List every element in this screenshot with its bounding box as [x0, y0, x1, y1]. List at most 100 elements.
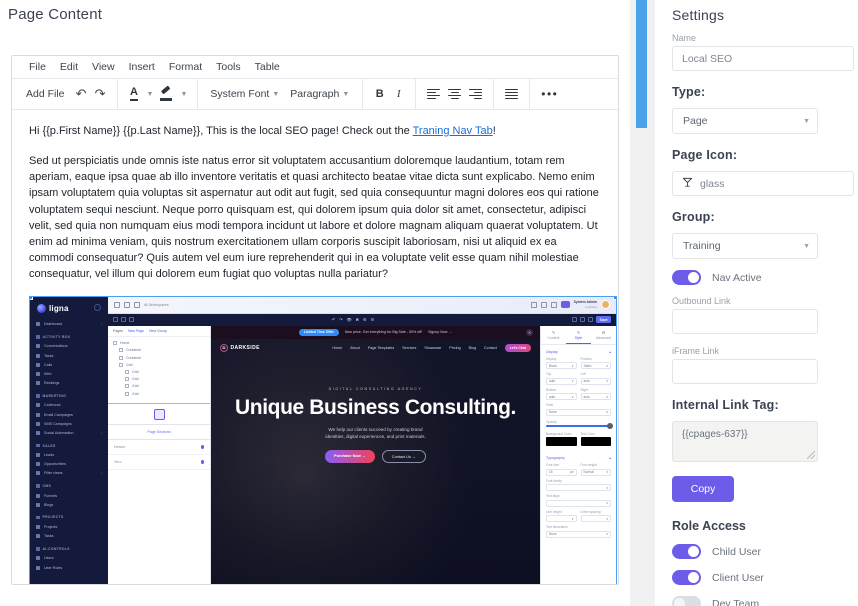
- layer-field[interactable]: Header: [108, 440, 210, 455]
- new-page-button[interactable]: New Page: [128, 329, 144, 333]
- embedded-nav-user-roles[interactable]: User Roles: [30, 563, 108, 572]
- embedded-nav-sms-campaigns[interactable]: SMS Campaigns: [30, 419, 108, 428]
- align-right-icon[interactable]: [465, 83, 486, 105]
- type-select[interactable]: Page ▼: [672, 108, 818, 134]
- layer-row[interactable]: Grid: [113, 368, 205, 375]
- contact-us-button[interactable]: Contact Us →: [382, 450, 426, 464]
- list-icon[interactable]: ☰: [371, 317, 375, 322]
- new-page-icon[interactable]: [114, 302, 120, 308]
- align-center-icon[interactable]: [444, 83, 465, 105]
- layer-row[interactable]: Grid: [113, 390, 205, 397]
- layer-row[interactable]: Grid: [113, 383, 205, 390]
- tab-advanced[interactable]: ⚙Advanced: [591, 326, 616, 344]
- hero-nav-contact[interactable]: Contact: [484, 346, 497, 350]
- notifications-icon[interactable]: [561, 301, 570, 308]
- menu-file[interactable]: File: [29, 61, 46, 73]
- layer-field[interactable]: Hero: [108, 455, 210, 470]
- bold-button[interactable]: B: [370, 83, 389, 105]
- nav-active-toggle[interactable]: [672, 270, 701, 285]
- slider-handle[interactable]: [607, 423, 613, 429]
- tab-content[interactable]: ✎Content: [541, 326, 566, 344]
- workspace-selector[interactable]: All Workspaces: [144, 303, 169, 307]
- grid-icon[interactable]: [551, 302, 557, 308]
- embedded-nav-social-automation[interactable]: Social Automation›: [30, 428, 108, 437]
- copy-button[interactable]: Copy: [672, 476, 734, 502]
- traning-nav-tab-link[interactable]: Traning Nav Tab: [413, 125, 493, 137]
- italic-button[interactable]: I: [389, 83, 408, 105]
- more-options-icon[interactable]: •••: [537, 83, 562, 105]
- display-section-header[interactable]: Display▴: [541, 345, 616, 357]
- group-select[interactable]: Training ▼: [672, 233, 818, 259]
- layer-row[interactable]: Container: [113, 347, 205, 354]
- embedded-nav-project-tasks[interactable]: Tasks: [30, 532, 108, 541]
- settings-gear-icon[interactable]: ⚙: [363, 317, 367, 322]
- hero-nav-pricing[interactable]: Pricing: [449, 346, 460, 350]
- resize-handle-top-right[interactable]: [613, 297, 616, 300]
- clock-icon[interactable]: [541, 302, 547, 308]
- align-left-icon[interactable]: [423, 83, 444, 105]
- embedded-nav-blogs[interactable]: Blogs: [30, 500, 108, 509]
- resize-grip-icon[interactable]: [807, 451, 815, 459]
- menu-format[interactable]: Format: [169, 61, 202, 73]
- hero-nav-page-templates[interactable]: Page Templates: [368, 346, 394, 350]
- block-format-select[interactable]: Paragraph ▼: [285, 83, 355, 105]
- avatar[interactable]: [601, 300, 610, 309]
- hero-nav-home[interactable]: Home: [332, 346, 342, 350]
- embedded-save-button[interactable]: Save: [596, 316, 611, 323]
- resize-handle-top-left[interactable]: [30, 297, 33, 300]
- hero-nav-blog[interactable]: Blog: [469, 346, 476, 350]
- redo-icon[interactable]: ↷: [91, 83, 110, 105]
- history-icon[interactable]: [134, 302, 140, 308]
- purchase-now-button[interactable]: Purchase Now →: [325, 450, 375, 464]
- promo-cta[interactable]: Signup Now →: [428, 330, 452, 334]
- embedded-nav-users[interactable]: Users: [30, 554, 108, 563]
- embedded-nav-projects[interactable]: Projects: [30, 522, 108, 531]
- embedded-nav-conversations[interactable]: Conversations: [30, 342, 108, 351]
- embedded-nav-filter-views[interactable]: Filter views›: [30, 469, 108, 478]
- embedded-nav-email-campaigns[interactable]: Email Campaigns: [30, 410, 108, 419]
- typography-section-header[interactable]: Typography▴: [541, 451, 616, 463]
- highlight-color-chevron-down-icon[interactable]: ▼: [177, 91, 190, 98]
- menu-table[interactable]: Table: [255, 61, 280, 73]
- phone-icon[interactable]: [531, 302, 537, 308]
- add-file-button[interactable]: Add File: [19, 88, 72, 100]
- sections-icon[interactable]: [121, 317, 126, 322]
- embedded-nav-rankings[interactable]: Rankings: [30, 379, 108, 388]
- page-sections-button[interactable]: Page Sections: [108, 424, 210, 440]
- layers-icon[interactable]: [113, 317, 118, 322]
- embedded-gear-icon[interactable]: [94, 304, 101, 311]
- new-group-button[interactable]: New Group: [149, 329, 167, 333]
- text-color-swatch[interactable]: [581, 437, 612, 446]
- undo-icon[interactable]: ↶: [72, 83, 91, 105]
- client-user-toggle[interactable]: [672, 570, 701, 585]
- layer-row[interactable]: Grid: [113, 376, 205, 383]
- embedded-nav-cadences[interactable]: Cadences: [30, 401, 108, 410]
- menu-edit[interactable]: Edit: [60, 61, 78, 73]
- embedded-nav-opportunities[interactable]: Opportunities: [30, 460, 108, 469]
- text-color-chevron-down-icon[interactable]: ▼: [144, 91, 157, 98]
- embedded-nav-funnels[interactable]: Funnels: [30, 491, 108, 500]
- hero-nav-services[interactable]: Services: [402, 346, 416, 350]
- menu-insert[interactable]: Insert: [129, 61, 155, 73]
- layer-row[interactable]: Container: [113, 354, 205, 361]
- redo-icon[interactable]: ↷: [339, 317, 342, 322]
- text-color-icon[interactable]: A: [125, 83, 144, 105]
- hero-nav-about[interactable]: About: [350, 346, 360, 350]
- opacity-slider[interactable]: [546, 425, 611, 427]
- menu-tools[interactable]: Tools: [216, 61, 241, 73]
- tab-style[interactable]: ✎Style: [566, 326, 591, 344]
- align-justify-icon[interactable]: [501, 83, 522, 105]
- embedded-nav-tasks[interactable]: Tasks: [30, 351, 108, 360]
- editor-document[interactable]: Hi {{p.First Name}} {{p.Last Name}}, Thi…: [12, 110, 618, 585]
- menu-view[interactable]: View: [92, 61, 115, 73]
- hero-nav-showcase[interactable]: Showcase: [424, 346, 441, 350]
- desktop-view-icon[interactable]: [588, 317, 593, 322]
- undo-icon[interactable]: ↶: [332, 317, 335, 322]
- rich-text-editor[interactable]: File Edit View Insert Format Tools Table…: [11, 55, 619, 585]
- background-color-swatch[interactable]: [546, 437, 577, 446]
- code-icon[interactable]: ✖: [356, 317, 359, 322]
- eye-icon[interactable]: 👁: [347, 317, 352, 322]
- layer-row[interactable]: Grid: [113, 361, 205, 368]
- lets-chat-button[interactable]: Let's Chat: [505, 344, 531, 352]
- embedded-nav-leads[interactable]: Leads: [30, 451, 108, 460]
